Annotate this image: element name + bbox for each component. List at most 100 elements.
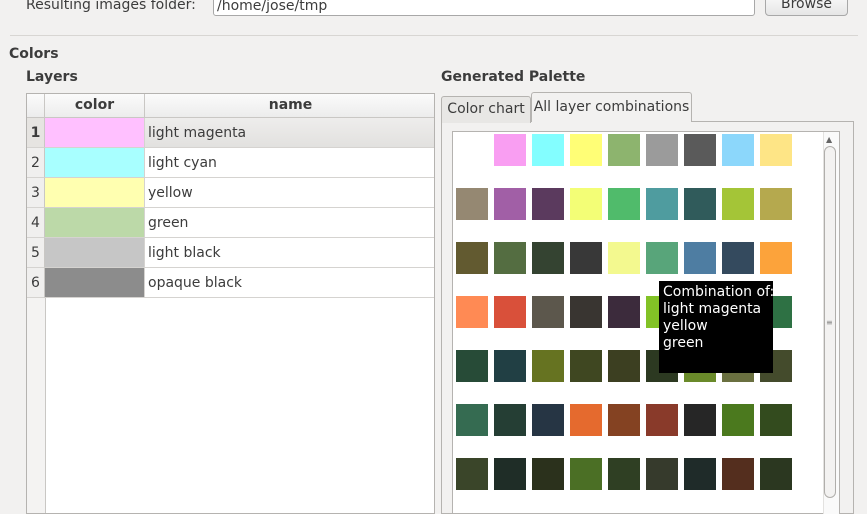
- layer-color-swatch[interactable]: [45, 208, 145, 238]
- layer-color-swatch[interactable]: [45, 118, 145, 148]
- layers-table[interactable]: color name 1 light magenta 2 light cyan 3 yel…: [26, 93, 435, 514]
- palette-swatch[interactable]: [456, 458, 488, 490]
- palette-swatch[interactable]: [456, 296, 488, 328]
- palette-swatch[interactable]: [570, 134, 602, 166]
- palette-swatch[interactable]: [722, 188, 754, 220]
- palette-swatch[interactable]: [684, 134, 716, 166]
- layer-color-swatch[interactable]: [45, 148, 145, 178]
- scroll-grip-icon: ≡: [826, 318, 833, 327]
- row-number: 5: [27, 238, 45, 268]
- palette-swatch[interactable]: [608, 134, 640, 166]
- palette-swatch[interactable]: [532, 134, 564, 166]
- row-number: 6: [27, 268, 45, 298]
- layer-name-cell[interactable]: opaque black: [145, 268, 434, 298]
- palette-swatch[interactable]: [608, 188, 640, 220]
- tab-all-layer-combinations[interactable]: All layer combinations: [531, 92, 692, 122]
- palette-swatch[interactable]: [608, 296, 640, 328]
- palette-title: Generated Palette: [441, 69, 586, 85]
- palette-swatch[interactable]: [494, 458, 526, 490]
- palette-swatch[interactable]: [494, 242, 526, 274]
- layer-color-swatch[interactable]: [45, 178, 145, 208]
- palette-swatch[interactable]: [456, 134, 488, 166]
- table-row[interactable]: 3 yellow: [27, 178, 434, 208]
- palette-swatch[interactable]: [684, 188, 716, 220]
- palette-swatch[interactable]: [532, 242, 564, 274]
- layer-name-cell[interactable]: light cyan: [145, 148, 434, 178]
- layer-name-cell[interactable]: light black: [145, 238, 434, 268]
- tooltip-line: light magenta: [663, 301, 762, 317]
- layer-name-cell[interactable]: yellow: [145, 178, 434, 208]
- table-row[interactable]: 2 light cyan: [27, 148, 434, 178]
- tooltip-line: green: [663, 335, 704, 351]
- palette-swatch[interactable]: [722, 458, 754, 490]
- table-row[interactable]: 4 green: [27, 208, 434, 238]
- palette-swatch[interactable]: [684, 242, 716, 274]
- palette-swatch[interactable]: [494, 350, 526, 382]
- table-row[interactable]: 1 light magenta: [27, 118, 434, 148]
- palette-swatch[interactable]: [608, 458, 640, 490]
- row-number: 4: [27, 208, 45, 238]
- palette-swatch[interactable]: [722, 404, 754, 436]
- separator: [10, 35, 858, 36]
- palette-swatch[interactable]: [608, 350, 640, 382]
- name-column-header[interactable]: name: [145, 94, 434, 118]
- color-column-header[interactable]: color: [45, 94, 145, 118]
- palette-swatch[interactable]: [646, 404, 678, 436]
- layer-color-swatch[interactable]: [45, 238, 145, 268]
- palette-swatch[interactable]: [760, 134, 792, 166]
- palette-swatch[interactable]: [760, 458, 792, 490]
- palette-swatch[interactable]: [532, 296, 564, 328]
- palette-swatch[interactable]: [646, 188, 678, 220]
- palette-swatch[interactable]: [570, 296, 602, 328]
- palette-swatch[interactable]: [494, 188, 526, 220]
- table-corner: [27, 94, 45, 118]
- folder-input[interactable]: /home/jose/tmp: [213, 0, 755, 16]
- row-number: 3: [27, 178, 45, 208]
- palette-swatch[interactable]: [456, 188, 488, 220]
- palette-swatch[interactable]: [760, 404, 792, 436]
- palette-swatch[interactable]: [646, 242, 678, 274]
- scroll-up-arrow-icon[interactable]: ▲: [826, 135, 832, 144]
- palette-swatch[interactable]: [456, 350, 488, 382]
- palette-swatch[interactable]: [684, 458, 716, 490]
- palette-swatch[interactable]: [456, 242, 488, 274]
- row-number: 1: [27, 118, 45, 148]
- table-row[interactable]: 6 opaque black: [27, 268, 434, 298]
- palette-swatch[interactable]: [722, 134, 754, 166]
- palette-swatch[interactable]: [532, 188, 564, 220]
- palette-swatch[interactable]: [646, 458, 678, 490]
- layers-title: Layers: [26, 69, 78, 85]
- palette-swatch[interactable]: [570, 188, 602, 220]
- palette-swatch[interactable]: [494, 296, 526, 328]
- palette-swatch[interactable]: [646, 134, 678, 166]
- browse-button[interactable]: Browse: [765, 0, 848, 16]
- row-number: 2: [27, 148, 45, 178]
- palette-swatch[interactable]: [494, 134, 526, 166]
- palette-swatch[interactable]: [456, 404, 488, 436]
- combination-tooltip: Combination of: light magenta yellow gre…: [659, 281, 775, 373]
- palette-swatch[interactable]: [570, 242, 602, 274]
- palette-swatch[interactable]: [760, 242, 792, 274]
- tooltip-line: Combination of:: [663, 284, 775, 300]
- folder-label: Resulting images folder:: [26, 0, 196, 13]
- palette-swatch[interactable]: [494, 404, 526, 436]
- palette-grid[interactable]: [452, 131, 840, 514]
- palette-swatch[interactable]: [722, 242, 754, 274]
- layer-color-swatch[interactable]: [45, 268, 145, 298]
- palette-swatch[interactable]: [570, 350, 602, 382]
- palette-swatch[interactable]: [608, 242, 640, 274]
- palette-swatch[interactable]: [532, 350, 564, 382]
- palette-swatch[interactable]: [532, 458, 564, 490]
- palette-swatch[interactable]: [570, 458, 602, 490]
- palette-swatch[interactable]: [684, 404, 716, 436]
- palette-swatch[interactable]: [608, 404, 640, 436]
- palette-swatch[interactable]: [760, 188, 792, 220]
- palette-swatch[interactable]: [532, 404, 564, 436]
- tooltip-line: yellow: [663, 318, 708, 334]
- layer-name-cell[interactable]: light magenta: [145, 118, 434, 148]
- table-row[interactable]: 5 light black: [27, 238, 434, 268]
- tab-color-chart[interactable]: Color chart: [441, 96, 531, 123]
- palette-swatch[interactable]: [570, 404, 602, 436]
- layer-name-cell[interactable]: green: [145, 208, 434, 238]
- colors-section-title: Colors: [9, 46, 59, 62]
